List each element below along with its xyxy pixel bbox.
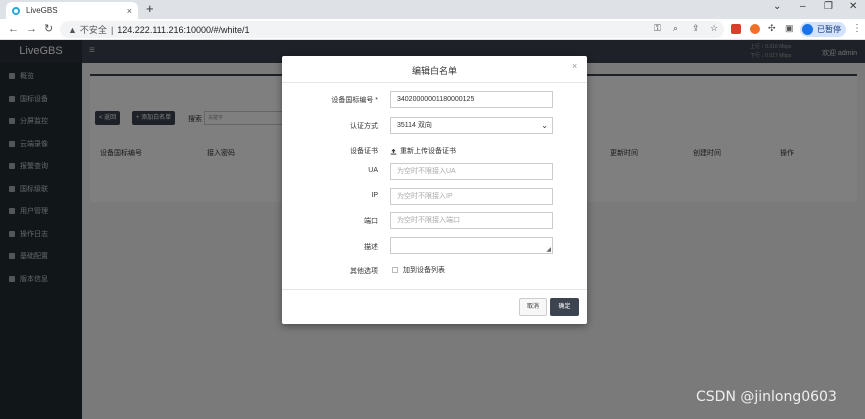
ip-field[interactable]: 为空时不限接入IP xyxy=(390,188,553,205)
modal-footer-divider xyxy=(282,289,587,290)
profile-status: 已暂停 xyxy=(817,25,841,34)
browser-tabstrip: LiveGBS × + ⌄ – ❐ ✕ xyxy=(0,0,865,19)
security-status[interactable]: 不安全 xyxy=(80,23,107,36)
other-options-label: 其他选项 xyxy=(350,268,378,275)
modal-header-divider xyxy=(282,82,587,83)
csdn-watermark: CSDN @jinlong0603 xyxy=(696,389,837,405)
add-to-device-list-checkbox[interactable] xyxy=(392,267,398,273)
extensions-puzzle-icon[interactable]: ✣ xyxy=(768,23,776,34)
close-window-button[interactable]: ✕ xyxy=(849,1,857,12)
back-arrow-icon[interactable]: ← xyxy=(8,23,19,35)
description-label: 描述 xyxy=(364,244,378,251)
livegbs-favicon-icon xyxy=(12,6,20,15)
share-icon[interactable]: ⇪ xyxy=(692,23,700,34)
reload-icon[interactable]: ↻ xyxy=(44,23,53,35)
avatar xyxy=(802,24,813,35)
extension-red-icon[interactable] xyxy=(731,24,741,34)
auth-mode-select[interactable]: 35114 双向 ⌄ xyxy=(390,117,553,134)
profile-button[interactable]: 已暂停 xyxy=(800,22,846,37)
modal-title: 编辑白名单 xyxy=(411,66,457,76)
address-url[interactable]: 124.222.111.216:10000/#/white/1 xyxy=(117,25,249,35)
auth-mode-value: 35114 双向 xyxy=(397,122,432,129)
confirm-button[interactable]: 确定 xyxy=(550,298,579,316)
auth-mode-label: 认证方式 xyxy=(350,123,378,130)
reupload-cert-link[interactable]: 重新上传设备证书 xyxy=(390,146,456,156)
tab-title: LiveGBS xyxy=(26,6,58,15)
address-separator: | xyxy=(110,24,114,35)
chevron-down-icon: ⌄ xyxy=(541,121,548,130)
add-to-device-list-label[interactable]: 加到设备列表 xyxy=(403,265,445,275)
key-icon[interactable]: ⚿ xyxy=(654,23,661,34)
reupload-cert-text: 重新上传设备证书 xyxy=(400,148,456,155)
address-bar[interactable]: ▲ 不安全 | 124.222.111.216:10000/#/white/1 xyxy=(60,21,724,38)
browser-menu-icon[interactable]: ⋮ xyxy=(852,23,862,34)
tab-search-icon[interactable]: ⌄ xyxy=(773,1,781,12)
zoom-icon[interactable]: ⌕ xyxy=(673,23,678,34)
port-field[interactable]: 为空时不限接入端口 xyxy=(390,212,553,229)
ua-field[interactable]: 为空时不限接入UA xyxy=(390,163,553,180)
forward-arrow-icon[interactable]: → xyxy=(26,23,37,35)
device-id-label: 设备国标编号 * xyxy=(331,97,378,104)
tab-close-icon[interactable]: × xyxy=(127,6,132,16)
cert-label: 设备证书 xyxy=(350,148,378,155)
browser-tab[interactable]: LiveGBS × xyxy=(6,2,138,19)
warning-icon: ▲ xyxy=(68,24,77,35)
browser-toolbar: ← → ↻ ▲ 不安全 | 124.222.111.216:10000/#/wh… xyxy=(0,19,865,40)
port-label: 端口 xyxy=(364,218,378,225)
extension-orange-icon[interactable] xyxy=(750,24,760,34)
bookmark-star-icon[interactable]: ☆ xyxy=(710,23,718,34)
cancel-button[interactable]: 取消 xyxy=(519,298,547,316)
new-tab-button[interactable]: + xyxy=(146,2,154,16)
upload-icon xyxy=(390,148,397,155)
device-id-field[interactable]: 34020000001180000125 xyxy=(390,91,553,108)
minimize-button[interactable]: – xyxy=(800,1,806,12)
resize-handle-icon[interactable]: ◢ xyxy=(546,247,551,253)
close-icon[interactable]: × xyxy=(572,61,577,71)
maximize-button[interactable]: ❐ xyxy=(824,1,833,12)
ua-label: UA xyxy=(368,167,378,174)
description-textarea[interactable]: ◢ xyxy=(390,237,553,254)
ip-label: IP xyxy=(371,192,378,199)
edit-whitelist-modal: 编辑白名单 × 设备国标编号 * 34020000001180000125 认证… xyxy=(282,56,587,324)
side-panel-icon[interactable]: ▣ xyxy=(785,23,794,34)
